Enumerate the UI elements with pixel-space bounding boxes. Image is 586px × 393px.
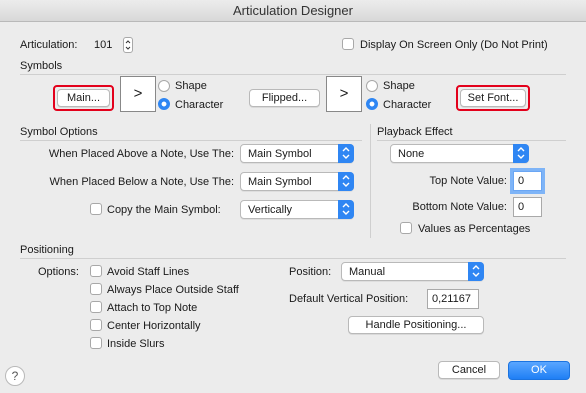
always-outside-staff-label: Always Place Outside Staff: [107, 284, 239, 296]
main-symbol-button[interactable]: Main...: [57, 89, 110, 107]
ok-button[interactable]: OK: [508, 361, 570, 380]
copy-direction-select[interactable]: Vertically: [240, 200, 354, 219]
cancel-label: Cancel: [451, 364, 487, 376]
articulation-label: Articulation:: [20, 39, 78, 51]
flipped-character-radio[interactable]: [366, 98, 378, 110]
position-select[interactable]: Manual: [341, 262, 484, 281]
display-on-screen-label: Display On Screen Only (Do Not Print): [360, 39, 548, 51]
main-character-label: Character: [175, 99, 224, 111]
playback-effect-select[interactable]: None: [390, 144, 529, 163]
above-note-select[interactable]: Main Symbol: [240, 144, 354, 163]
above-note-value: Main Symbol: [248, 148, 312, 160]
top-note-input[interactable]: 0: [513, 171, 542, 191]
bottom-note-label: Bottom Note Value:: [412, 201, 507, 213]
below-note-select[interactable]: Main Symbol: [240, 172, 354, 191]
window-title: Articulation Designer: [0, 0, 586, 22]
main-button-label: Main...: [66, 92, 100, 104]
position-value: Manual: [349, 266, 386, 278]
symbol-options-divider: [20, 140, 362, 141]
playback-divider: [377, 140, 566, 141]
flipped-shape-radio[interactable]: [366, 80, 378, 92]
playback-effect-value: None: [398, 148, 425, 160]
always-outside-staff-checkbox[interactable]: [90, 283, 102, 295]
flipped-symbol-button[interactable]: Flipped...: [249, 89, 320, 107]
inside-slurs-label: Inside Slurs: [107, 338, 165, 350]
chevron-updown-icon: [513, 144, 529, 163]
attach-top-note-checkbox[interactable]: [90, 301, 102, 313]
copy-main-symbol-checkbox[interactable]: [90, 203, 102, 215]
copy-direction-value: Vertically: [248, 204, 293, 216]
cancel-button[interactable]: Cancel: [438, 361, 500, 379]
set-font-label: Set Font...: [467, 92, 519, 104]
handle-positioning-button[interactable]: Handle Positioning...: [348, 316, 484, 334]
avoid-staff-lines-checkbox[interactable]: [90, 265, 102, 277]
options-vertical-divider: [370, 124, 371, 238]
handle-positioning-label: Handle Positioning...: [365, 319, 467, 331]
default-vertical-input[interactable]: 0,21167: [427, 289, 479, 309]
main-character-radio[interactable]: [158, 98, 170, 110]
below-note-value: Main Symbol: [248, 176, 312, 188]
values-as-percentages-checkbox[interactable]: [400, 222, 412, 234]
below-note-label: When Placed Below a Note, Use The:: [49, 176, 234, 188]
playback-heading: Playback Effect: [377, 126, 453, 138]
attach-top-note-label: Attach to Top Note: [107, 302, 198, 314]
inside-slurs-checkbox[interactable]: [90, 337, 102, 349]
articulation-stepper[interactable]: [123, 37, 133, 53]
stepper-arrows-icon: [125, 40, 131, 50]
center-horizontally-checkbox[interactable]: [90, 319, 102, 331]
bottom-note-input[interactable]: 0: [513, 197, 542, 217]
chevron-updown-icon: [468, 262, 484, 281]
symbols-heading: Symbols: [20, 60, 63, 72]
flipped-symbol-preview: >: [326, 76, 362, 112]
ok-label: OK: [531, 364, 547, 376]
display-on-screen-checkbox[interactable]: [342, 38, 354, 50]
chevron-updown-icon: [338, 144, 354, 163]
set-font-button[interactable]: Set Font...: [460, 89, 526, 107]
center-horizontally-label: Center Horizontally: [107, 320, 201, 332]
articulation-number: 101: [94, 39, 113, 51]
main-shape-label: Shape: [175, 80, 207, 92]
symbol-options-heading: Symbol Options: [20, 126, 98, 138]
positioning-heading: Positioning: [20, 244, 74, 256]
copy-main-symbol-label: Copy the Main Symbol:: [107, 204, 221, 216]
top-note-label: Top Note Value:: [429, 175, 507, 187]
help-button[interactable]: ?: [5, 366, 25, 386]
chevron-updown-icon: [338, 200, 354, 219]
options-label: Options:: [38, 266, 79, 278]
position-label: Position:: [289, 266, 332, 278]
default-vertical-label: Default Vertical Position:: [289, 293, 409, 305]
symbols-divider: [20, 74, 566, 75]
flipped-button-label: Flipped...: [261, 92, 308, 104]
avoid-staff-lines-label: Avoid Staff Lines: [107, 266, 190, 278]
main-shape-radio[interactable]: [158, 80, 170, 92]
positioning-divider: [20, 258, 566, 259]
flipped-shape-label: Shape: [383, 80, 415, 92]
flipped-character-label: Character: [383, 99, 432, 111]
values-as-percentages-label: Values as Percentages: [418, 223, 531, 235]
chevron-updown-icon: [338, 172, 354, 191]
main-symbol-preview: >: [120, 76, 156, 112]
above-note-label: When Placed Above a Note, Use The:: [48, 148, 234, 160]
